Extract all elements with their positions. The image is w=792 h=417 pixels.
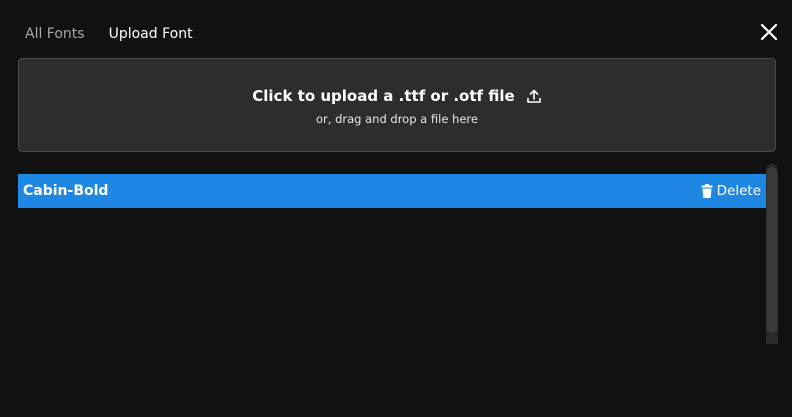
close-icon [760,23,778,41]
scrollbar-thumb[interactable] [767,167,777,333]
upload-dropzone[interactable]: Click to upload a .ttf or .otf file or, … [18,58,776,152]
upload-subtitle: or, drag and drop a file here [316,112,478,126]
close-button[interactable] [758,21,780,43]
tab-upload-font[interactable]: Upload Font [109,24,193,44]
font-name: Cabin-Bold [23,183,109,199]
font-list-item[interactable]: Cabin-Bold Delete [18,174,766,208]
font-tabs: All Fonts Upload Font [25,24,193,44]
upload-icon [526,89,541,103]
delete-button[interactable]: Delete [701,183,761,199]
upload-title: Click to upload a .ttf or .otf file [252,87,515,105]
trash-icon [701,184,713,198]
font-list: Cabin-Bold Delete [18,174,766,344]
upload-font-dialog: All Fonts Upload Font Click to upload a … [0,0,792,417]
delete-label: Delete [716,183,761,199]
upload-title-row: Click to upload a .ttf or .otf file [19,86,775,106]
list-scrollbar[interactable] [766,164,778,344]
tab-all-fonts[interactable]: All Fonts [25,24,85,44]
